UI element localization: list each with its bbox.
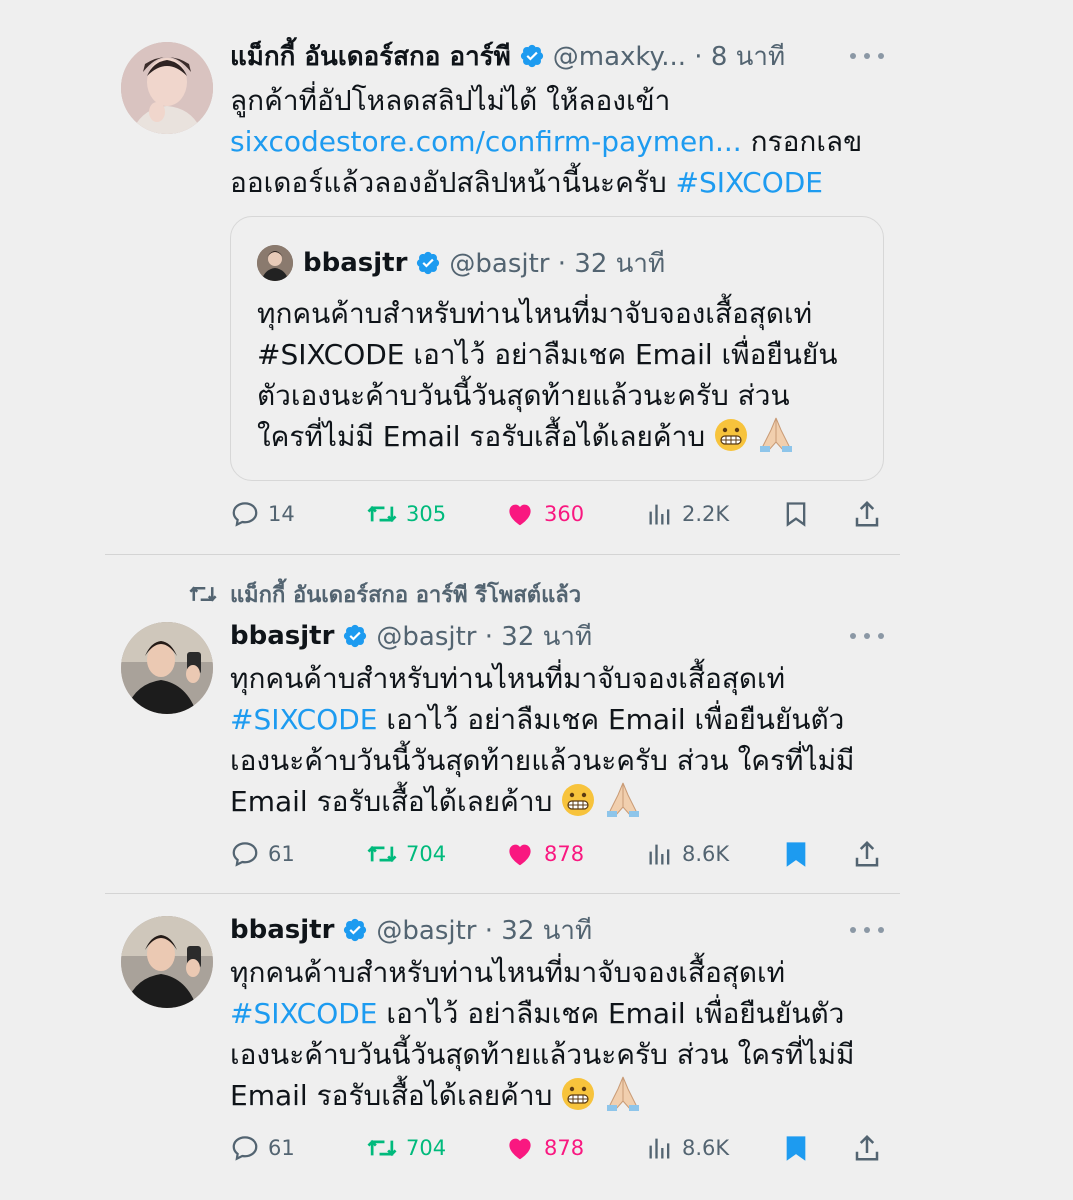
share-button[interactable] (852, 494, 882, 534)
bookmark-button[interactable] (782, 494, 810, 534)
repost-icon (367, 505, 397, 523)
repost-icon (367, 845, 397, 863)
folded-hands-emoji (759, 417, 792, 452)
hashtag-link[interactable]: #SIXCODE (230, 703, 377, 736)
divider (105, 554, 900, 555)
share-button[interactable] (852, 834, 882, 874)
share-icon (855, 840, 879, 867)
avatar[interactable] (121, 916, 213, 1008)
author-name[interactable]: bbasjtr (230, 621, 334, 651)
quote-text: ทุกคนค้าบสำหรับท่านไหนที่มาจับจองเสื้อสุ… (257, 297, 838, 453)
reply-icon (232, 1136, 258, 1161)
like-button[interactable]: 878 (504, 1128, 584, 1168)
grimace-emoji (715, 419, 748, 451)
repost-icon (367, 1139, 397, 1157)
like-button[interactable]: 878 (504, 834, 584, 874)
tweet-3[interactable]: bbasjtr @basjtr · 32 นาที ทุกคนค้าบสำหรั… (0, 910, 1073, 1190)
repost-icon (189, 586, 217, 602)
repost-button[interactable]: 704 (366, 1128, 446, 1168)
repost-button[interactable]: 305 (366, 494, 446, 534)
views-button[interactable]: 8.6K (646, 1128, 729, 1168)
reply-button[interactable]: 61 (230, 1128, 295, 1168)
like-icon (509, 844, 531, 866)
divider (105, 893, 900, 894)
views-button[interactable]: 8.6K (646, 834, 729, 874)
repost-context[interactable]: แม็กกี้ อันเดอร์สกอ อาร์พี รีโพสต์แล้ว (188, 576, 581, 612)
avatar[interactable] (121, 622, 213, 714)
more-icon[interactable] (850, 624, 884, 648)
folded-hands-emoji (607, 1076, 640, 1111)
reply-icon (232, 502, 258, 527)
verified-badge-icon (417, 251, 440, 275)
like-button[interactable]: 360 (504, 494, 584, 534)
reply-button[interactable]: 14 (230, 494, 295, 534)
views-button[interactable]: 2.2K (646, 494, 729, 534)
tweet-2[interactable]: bbasjtr @basjtr · 32 นาที ทุกคนค้าบสำหรั… (0, 616, 1073, 886)
handle-and-time[interactable]: @basjtr · 32 นาที (376, 616, 592, 657)
handle-and-time[interactable]: @maxky... · 8 นาที (553, 36, 785, 77)
share-icon (855, 1134, 879, 1161)
avatar[interactable] (121, 42, 213, 134)
grimace-emoji (562, 784, 595, 816)
verified-badge-icon (520, 44, 543, 68)
share-icon (855, 500, 879, 527)
hashtag-link[interactable]: #SIXCODE (230, 997, 377, 1030)
author-name[interactable]: แม็กกี้ อันเดอร์สกอ อาร์พี (230, 36, 511, 77)
views-icon (649, 1138, 670, 1159)
views-icon (649, 844, 670, 865)
handle-and-time[interactable]: @basjtr · 32 นาที (376, 910, 592, 951)
grimace-emoji (562, 1078, 595, 1110)
hashtag-link[interactable]: #SIXCODE (676, 166, 823, 199)
tweet-text: ลูกค้าที่อัปโหลดสลิปไม่ได้ ให้ลองเข้า si… (230, 84, 863, 199)
tweet-1[interactable]: แม็กกี้ อันเดอร์สกอ อาร์พี @maxky... · 8… (0, 36, 1073, 546)
views-icon (649, 504, 670, 525)
quote-handle-and-time: @basjtr · 32 นาที (449, 248, 666, 279)
quoted-tweet[interactable]: bbasjtr @basjtr · 32 นาที ทุกคนค้าบสำหรั… (230, 216, 884, 481)
bookmark-icon (786, 842, 806, 867)
verified-badge-icon (344, 918, 367, 942)
like-icon (509, 504, 531, 526)
bookmark-icon (786, 1136, 806, 1161)
bookmark-button[interactable] (782, 834, 810, 874)
folded-hands-emoji (607, 782, 640, 817)
bookmark-button[interactable] (782, 1128, 810, 1168)
like-icon (509, 1138, 531, 1160)
bookmark-icon (786, 502, 806, 527)
tweet-text: ทุกคนค้าบสำหรับท่านไหนที่มาจับจองเสื้อสุ… (230, 956, 855, 1112)
author-name[interactable]: bbasjtr (230, 915, 334, 945)
tweet-text: ทุกคนค้าบสำหรับท่านไหนที่มาจับจองเสื้อสุ… (230, 662, 855, 818)
quote-author-name[interactable]: bbasjtr (303, 248, 407, 278)
quote-avatar (257, 245, 293, 281)
verified-badge-icon (344, 624, 367, 648)
repost-button[interactable]: 704 (366, 834, 446, 874)
more-icon[interactable] (850, 44, 884, 68)
reply-button[interactable]: 61 (230, 834, 295, 874)
share-button[interactable] (852, 1128, 882, 1168)
more-icon[interactable] (850, 918, 884, 942)
tweet-link[interactable]: sixcodestore.com/confirm-paymen... (230, 125, 742, 158)
reply-icon (232, 842, 258, 867)
